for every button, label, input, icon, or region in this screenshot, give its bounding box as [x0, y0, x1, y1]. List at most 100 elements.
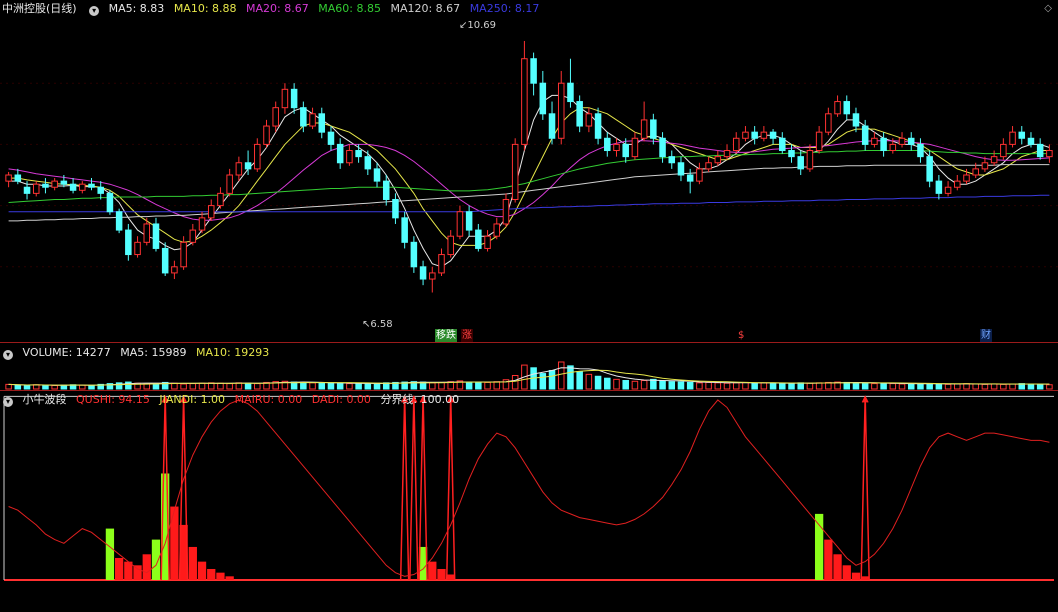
- candle-body: [217, 192, 224, 207]
- volume-bar: [318, 382, 326, 390]
- volume-bar: [871, 383, 878, 390]
- volume-bar: [576, 371, 583, 390]
- volume-bar: [51, 385, 58, 390]
- candle-body: [760, 131, 768, 139]
- volume-bar: [751, 382, 758, 390]
- candlesticks: [5, 40, 1053, 293]
- volume-bar: [954, 383, 961, 390]
- candle-body: [419, 266, 427, 280]
- volume-bar: [815, 382, 823, 390]
- green-bar: [105, 528, 115, 580]
- indicator-name: 小牛波段: [22, 393, 67, 406]
- green-bar: [151, 539, 161, 580]
- candle-body: [659, 137, 666, 158]
- volume-bar: [917, 383, 924, 390]
- volume-bar: [760, 382, 768, 390]
- red-bar: [446, 574, 455, 580]
- volume-bar: [797, 382, 804, 390]
- event-tag-3[interactable]: $: [737, 329, 745, 342]
- volume-bar: [594, 375, 602, 390]
- candle-body: [585, 113, 593, 127]
- ma10-label: MA10: 8.88: [173, 2, 237, 15]
- event-tag-1[interactable]: 移跌: [435, 329, 457, 342]
- candle-body: [686, 174, 694, 182]
- volume-bar: [42, 384, 49, 390]
- volume-bar: [990, 383, 998, 390]
- volume-bar: [429, 382, 436, 390]
- candle-body: [60, 180, 68, 185]
- ma120-label: MA120: 8.67: [390, 2, 461, 15]
- candle-body: [981, 162, 989, 170]
- red-bar: [824, 539, 833, 580]
- candle-body: [972, 168, 979, 176]
- ma-line-ma120: [8, 164, 1050, 222]
- candle-body: [604, 137, 611, 152]
- volume-bar: [622, 380, 629, 390]
- candle-body: [484, 235, 491, 249]
- candle-body: [456, 211, 464, 237]
- volume-bar: [907, 383, 915, 390]
- red-bar: [197, 561, 207, 580]
- volume-bar: [935, 383, 943, 390]
- red-bar: [114, 557, 124, 580]
- volume-bar: [465, 381, 473, 390]
- volume-bar: [5, 383, 12, 390]
- threshold-label: 分界线: 100.00: [380, 393, 460, 406]
- red-bar: [207, 568, 216, 580]
- volume-bar: [143, 383, 151, 390]
- green-bar: [814, 513, 824, 580]
- event-tag-2[interactable]: 涨: [461, 329, 473, 342]
- volume-bar: [567, 365, 574, 390]
- candle-body: [1000, 143, 1007, 158]
- volume-bar: [327, 382, 335, 390]
- candle-body: [548, 113, 556, 139]
- ma250-label: MA250: 8.17: [469, 2, 540, 15]
- volume-bar: [244, 382, 252, 390]
- volume-bar: [180, 383, 187, 390]
- dropdown-icon[interactable]: ▾: [3, 350, 13, 360]
- candle-body: [235, 162, 243, 176]
- volume-bar: [60, 384, 68, 390]
- volume-bar: [659, 380, 666, 390]
- candle-body: [355, 150, 362, 158]
- diamond-icon[interactable]: ◇: [1044, 3, 1052, 14]
- candle-body: [907, 137, 915, 145]
- volume-bar: [806, 382, 814, 390]
- candle-body: [751, 131, 758, 139]
- volume-bar: [1027, 383, 1035, 390]
- volume-bar: [880, 382, 887, 390]
- candle-body: [732, 137, 740, 152]
- candle-body: [115, 211, 123, 231]
- chart-title: 中洲控股(日线): [2, 2, 77, 15]
- red-bar: [842, 565, 851, 580]
- event-tag-4[interactable]: 财: [980, 329, 992, 342]
- volume-bar: [511, 375, 519, 390]
- volume-bar: [355, 383, 362, 390]
- dropdown-icon[interactable]: ▾: [3, 397, 13, 407]
- candle-body: [125, 229, 132, 256]
- candle-body: [300, 107, 307, 127]
- candle-body: [51, 180, 58, 188]
- candle-body: [502, 198, 510, 225]
- volume-bar: [631, 380, 639, 390]
- candle-body: [272, 107, 279, 127]
- candle-body: [631, 137, 639, 158]
- candle-body: [447, 235, 454, 256]
- volume-bar: [585, 373, 593, 390]
- candle-body: [613, 143, 620, 152]
- dropdown-icon[interactable]: ▾: [89, 6, 100, 16]
- volume-bar: [852, 382, 860, 390]
- volume-bar: [686, 381, 694, 390]
- volume-bar: [364, 383, 372, 390]
- volume-bar: [1000, 383, 1007, 390]
- candle-body: [926, 156, 933, 182]
- candle-body: [465, 211, 473, 231]
- candle-body: [622, 143, 629, 158]
- candle-body: [1046, 150, 1053, 158]
- candle-body: [42, 183, 49, 188]
- volume-bar: [604, 377, 611, 390]
- low-price-label: ↖6.58: [362, 319, 393, 330]
- candle-body: [281, 88, 289, 109]
- candle-body: [668, 156, 676, 164]
- qushi-label: QUSHI: 94.15: [76, 393, 150, 406]
